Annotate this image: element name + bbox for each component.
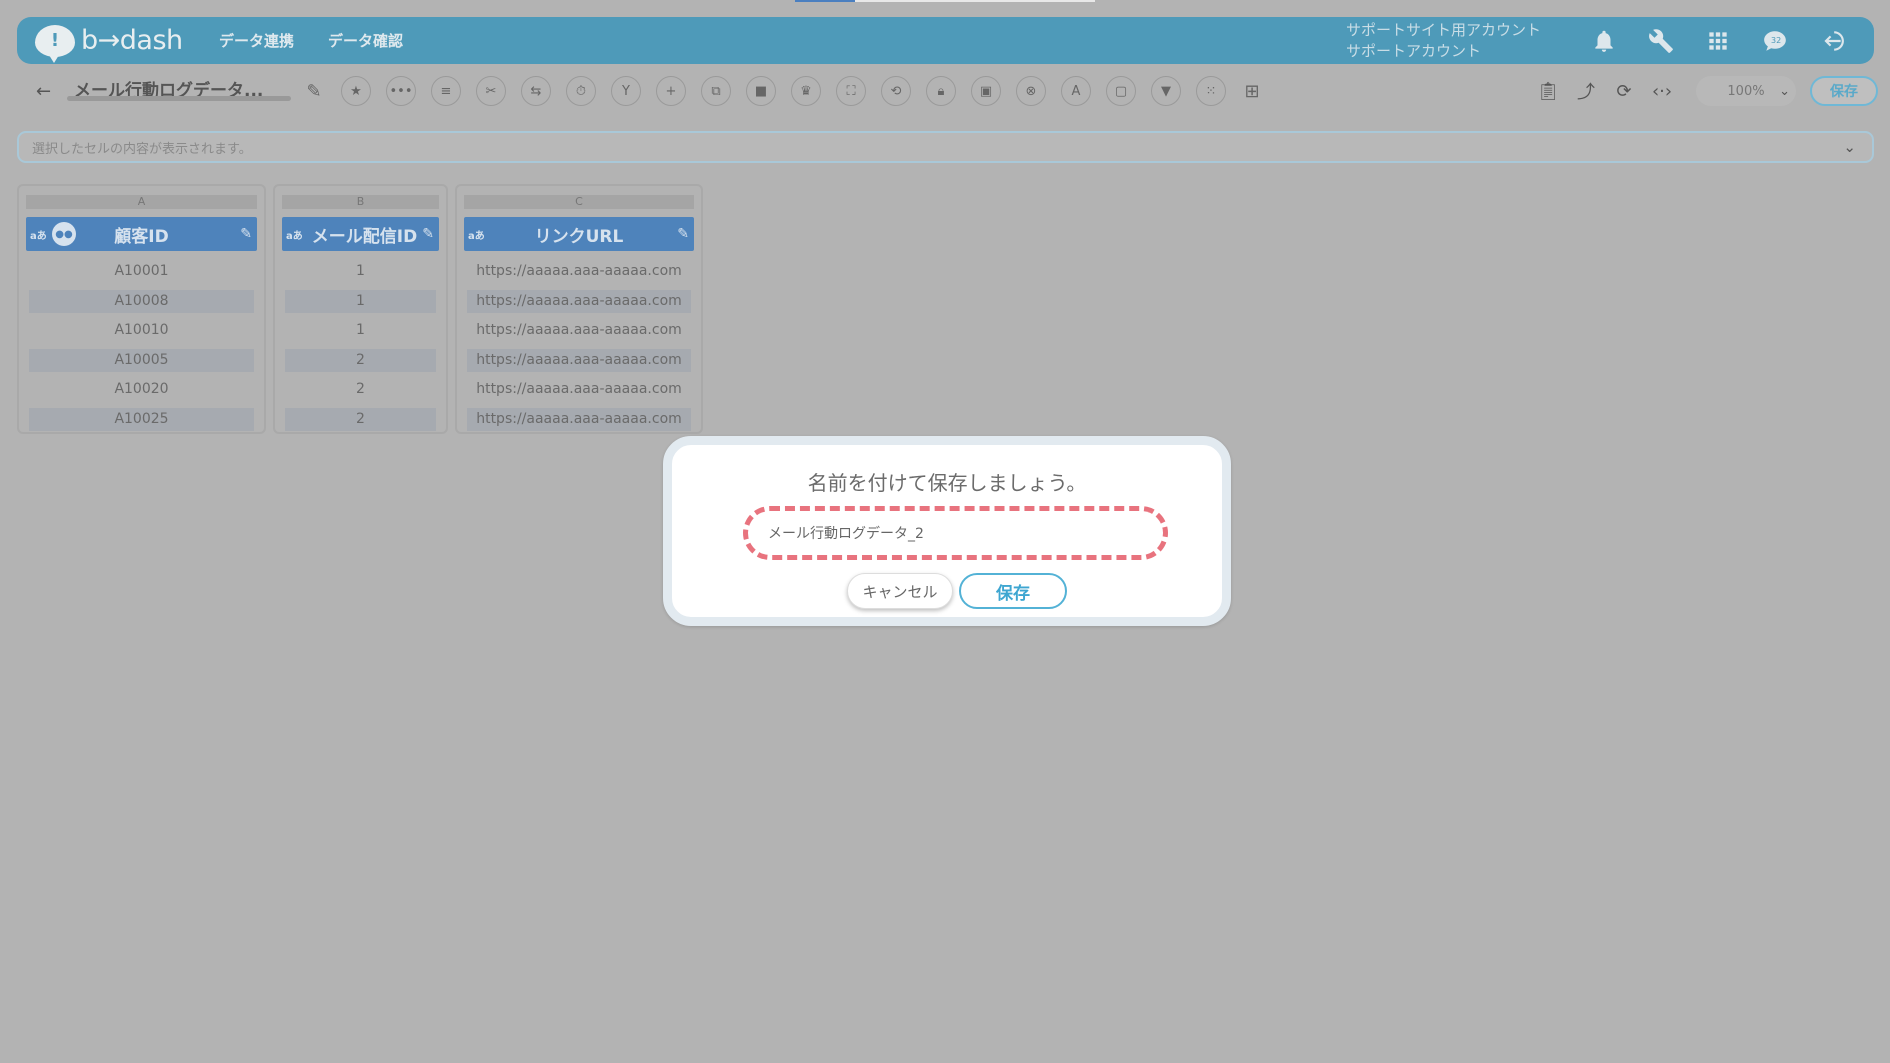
copy-icon[interactable]: ⧉ [701, 76, 731, 106]
table-cell[interactable]: 1 [285, 290, 436, 313]
table-cell[interactable]: A10005 [29, 349, 254, 372]
save-name-value: メール行動ログデータ_2 [768, 526, 924, 542]
column-header-label: リンクURL [534, 226, 624, 247]
document-title[interactable]: メール行動ログデータ... [74, 76, 288, 107]
more-dots-icon[interactable]: ••• [386, 76, 416, 106]
table-cell[interactable]: 2 [285, 408, 436, 431]
refresh-doc-icon[interactable]: ⟳ [1612, 79, 1636, 103]
column-header-label: メール配信ID [311, 226, 418, 247]
apps-grid-icon[interactable] [1698, 23, 1738, 59]
dialog-title: 名前を付けて保存しましょう。 [807, 471, 1087, 495]
column-header[interactable]: aあ メール配信ID ✎ [282, 217, 439, 251]
column-letter[interactable]: C [464, 195, 694, 209]
timer-icon[interactable]: ⏱ [566, 76, 596, 106]
pencil-icon[interactable]: ✎ [422, 226, 434, 242]
chat-badge: 32 [1771, 35, 1782, 45]
translate-icon[interactable]: A [1061, 76, 1091, 106]
lock-icon[interactable]: 🔒︎ [926, 76, 956, 106]
column-letter[interactable]: B [282, 195, 439, 209]
bell-icon[interactable] [1584, 23, 1624, 59]
cancel-button[interactable]: キャンセル [847, 573, 953, 609]
expand-icon[interactable]: ⛶ [836, 76, 866, 106]
account-line-2: サポートアカウント [1345, 41, 1481, 60]
split-icon[interactable]: ⇆ [521, 76, 551, 106]
crown-icon[interactable]: ♛ [791, 76, 821, 106]
frame-icon[interactable]: ▢ [1106, 76, 1136, 106]
star-icon[interactable]: ★ [341, 76, 371, 106]
chevron-down-icon[interactable]: ⌄ [1843, 138, 1856, 156]
dialog-save-button[interactable]: 保存 [959, 573, 1067, 609]
customer-group-icon: ●● [52, 222, 76, 246]
nav-data-check[interactable]: データ確認 [328, 30, 403, 51]
cell-content-placeholder: 選択したセルの内容が表示されます。 [32, 141, 252, 157]
logo[interactable]: ! b→dash [35, 24, 185, 63]
text-type-icon: aあ [468, 230, 485, 242]
column-b: B aあ メール配信ID ✎ 1 1 1 2 2 2 [273, 184, 448, 434]
filter-icon[interactable]: ▼ [1151, 76, 1181, 106]
table-cell[interactable]: 2 [285, 378, 436, 401]
back-arrow-icon[interactable]: ← [36, 81, 62, 102]
table-cell[interactable]: https://aaaaa.aaa-aaaaa.com [467, 378, 691, 401]
table-icon[interactable]: ⊞ [1240, 76, 1264, 106]
merge-icon[interactable]: Y [611, 76, 641, 106]
column-header[interactable]: aあ リンクURL ✎ [464, 217, 694, 251]
wrench-icon[interactable] [1641, 23, 1681, 59]
column-a: A aあ ●● 顧客ID ✎ A10001 A10008 A10010 A100… [17, 184, 266, 434]
chevron-down-icon: ⌄ [1779, 83, 1790, 99]
grid-dots-icon[interactable]: ⁙ [1196, 76, 1226, 106]
zoom-value: 100% [1727, 83, 1765, 99]
column-header[interactable]: aあ ●● 顧客ID ✎ [26, 217, 257, 251]
save-as-dialog: 名前を付けて保存しましょう。 メール行動ログデータ_2 キャンセル 保存 [663, 436, 1231, 626]
chat-bubble-icon[interactable]: 32 [1755, 23, 1795, 59]
save-name-input[interactable]: メール行動ログデータ_2 [743, 506, 1168, 560]
scissors-icon[interactable]: ✂ [476, 76, 506, 106]
column-letter[interactable]: A [26, 195, 257, 209]
table-cell[interactable]: https://aaaaa.aaa-aaaaa.com [467, 319, 691, 342]
clipboard-icon[interactable]: 📋︎ [1536, 79, 1560, 103]
trash-icon[interactable]: ■ [746, 76, 776, 106]
title-underline [67, 96, 291, 101]
text-type-icon: aあ [286, 230, 303, 242]
table-cell[interactable]: A10025 [29, 408, 254, 431]
table-cell[interactable]: https://aaaaa.aaa-aaaaa.com [467, 408, 691, 431]
table-cell[interactable]: https://aaaaa.aaa-aaaaa.com [467, 349, 691, 372]
table-cell[interactable]: 2 [285, 349, 436, 372]
edit-title-icon[interactable]: ✎ [302, 76, 326, 106]
table-cell[interactable]: A10020 [29, 378, 254, 401]
logo-text: b→dash [81, 25, 183, 56]
zoom-select[interactable]: 100% ⌄ [1696, 76, 1796, 106]
plus-icon[interactable]: + [656, 76, 686, 106]
table-cell[interactable]: A10001 [29, 260, 254, 283]
account-line-1: サポートサイト用アカウント [1345, 20, 1541, 39]
table-cell[interactable]: 1 [285, 319, 436, 342]
box-icon[interactable]: ▣ [971, 76, 1001, 106]
cancel-circle-icon[interactable]: ⊗ [1016, 76, 1046, 106]
table-cell[interactable]: A10010 [29, 319, 254, 342]
top-accent-bar [795, 0, 1095, 2]
cell-content-bar[interactable]: 選択したセルの内容が表示されます。 ⌄ [17, 131, 1874, 163]
logo-bubble-icon: ! [35, 24, 75, 63]
nav-data-integration[interactable]: データ連携 [219, 30, 294, 51]
table-cell[interactable]: A10008 [29, 290, 254, 313]
app-header: ! b→dash データ連携 データ確認 サポートサイト用アカウント サポートア… [17, 17, 1874, 64]
save-button[interactable]: 保存 [1810, 76, 1878, 106]
code-icon[interactable]: ‹·› [1650, 79, 1674, 103]
account-info[interactable]: サポートサイト用アカウント サポートアカウント [1346, 20, 1541, 62]
pencil-icon[interactable]: ✎ [677, 226, 689, 242]
column-header-label: 顧客ID [114, 226, 169, 247]
pencil-icon[interactable]: ✎ [240, 226, 252, 242]
text-type-icon: aあ [30, 230, 47, 242]
column-c: C aあ リンクURL ✎ https://aaaaa.aaa-aaaaa.co… [455, 184, 703, 434]
logout-icon[interactable] [1812, 23, 1852, 59]
toolbar: ← メール行動ログデータ... ✎ ★ ••• ≡ ✂ ⇆ ⏱ Y + ⧉ ■ … [10, 70, 1878, 112]
repeat-icon[interactable]: ⟲ [881, 76, 911, 106]
share-icon[interactable]: ⤴ [1574, 79, 1598, 103]
table-cell[interactable]: https://aaaaa.aaa-aaaaa.com [467, 290, 691, 313]
list-icon[interactable]: ≡ [431, 76, 461, 106]
table-cell[interactable]: 1 [285, 260, 436, 283]
table-cell[interactable]: https://aaaaa.aaa-aaaaa.com [467, 260, 691, 283]
